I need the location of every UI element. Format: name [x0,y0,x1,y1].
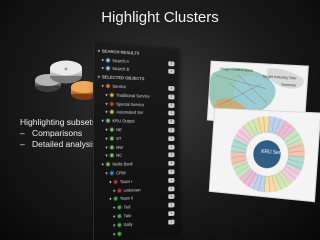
color-check-icon[interactable] [109,92,115,98]
bullet-item: – Detailed analysis [20,139,97,149]
color-check-icon[interactable] [113,196,119,202]
tree-row-count: 1 [168,69,175,75]
tree-row-count: 1 [168,219,175,225]
tree-row[interactable]: ▼ NE 2 [94,125,178,134]
radial-cluster-svg [209,108,320,203]
tree-row-count: 3 [168,194,175,200]
bullet-item: – Comparisons [20,128,83,138]
color-check-icon[interactable] [117,187,122,193]
color-check-icon[interactable] [109,153,115,159]
bullet-lead: Highlighting subsets [20,117,97,127]
vis-node-label: Summer [281,81,297,88]
tree-row-count: 2 [168,169,175,175]
color-check-icon[interactable] [117,204,122,211]
tree-row-count: 1 [168,177,175,183]
cluster-tree-panel[interactable]: ▼ SEARCH RESULTS ▼ Search A 1 ▼ Search B 1 ▼ SELE… [93,44,178,240]
color-check-icon[interactable] [113,179,119,185]
tree-row-count: 2 [168,152,175,158]
tree-row-count: 2 [168,127,175,133]
color-check-icon[interactable] [105,161,111,167]
slide-title: Highlight Clusters [101,9,219,26]
tree-row[interactable]: ▼ ST 1 [94,134,178,142]
bullet-list: – Comparisons – Detailed analysis [20,128,96,150]
color-check-icon[interactable] [109,109,115,115]
tree-row-count: 1 [168,186,175,191]
color-check-icon[interactable] [105,83,111,89]
cylinder-white-icon: ◉ [50,60,82,84]
color-check-icon[interactable] [109,170,115,176]
tree-row-count: 1 [168,210,175,217]
color-check-icon[interactable] [109,100,115,107]
tree-row-count: 1 [168,202,175,208]
color-check-icon[interactable] [117,213,122,219]
color-check-icon[interactable] [109,144,115,150]
tree-row-count: 1 [168,144,175,150]
tree-row-count: 4 [168,161,175,166]
tree-row-count: 1 [168,110,175,116]
color-check-icon[interactable] [105,65,111,72]
tree-row-count: 1 [168,102,175,108]
svg-text:◉: ◉ [64,66,68,71]
tree-row-count: 2 [168,94,175,100]
color-check-icon[interactable] [117,230,122,237]
tree-row-label [124,230,178,233]
color-check-icon[interactable] [109,135,115,141]
tree-row-count: 3 [168,85,175,91]
tree-row-count: 1 [168,60,175,66]
tree-row[interactable]: ▼ NW 1 [94,143,178,152]
color-check-icon[interactable] [117,222,122,228]
tree-row-count: 1 [168,136,175,141]
color-check-icon[interactable] [109,127,115,133]
radial-cluster-view[interactable]: KRU Server [208,107,320,203]
tree-row-count: 6 [168,119,175,125]
color-check-icon[interactable] [105,57,111,63]
color-check-icon[interactable] [105,118,111,124]
